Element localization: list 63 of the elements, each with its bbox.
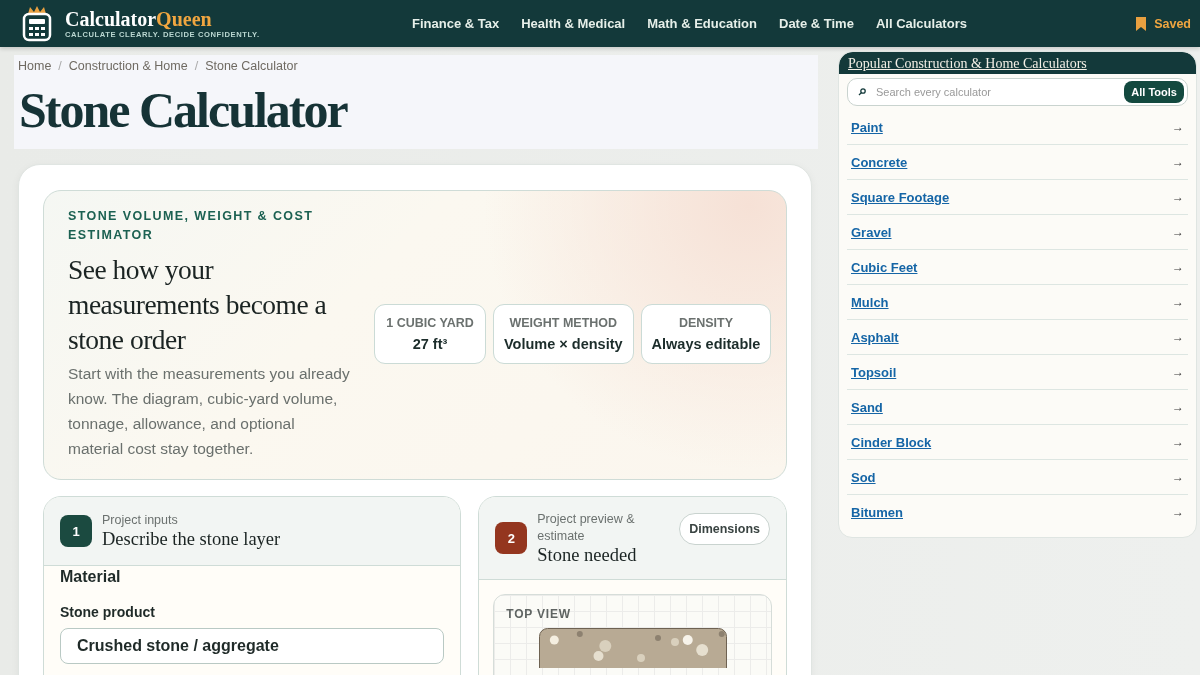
calculator-link[interactable]: Sand: [851, 399, 883, 415]
step-kicker: Project inputs: [102, 512, 179, 529]
step-number: 1: [60, 515, 92, 547]
arrow-icon: →: [1172, 225, 1184, 239]
breadcrumb-link[interactable]: Home: [18, 59, 52, 73]
calculator-link[interactable]: Mulch: [851, 294, 889, 310]
fact-label: DENSITY: [678, 316, 734, 330]
hero-heading: See how your measurements become a stone order: [68, 253, 328, 357]
calculator-icon: [22, 5, 52, 42]
arrow-icon: →: [1172, 400, 1184, 414]
step-title: Stone needed: [537, 544, 638, 566]
hero-description: Start with the measurements you already know. The diagram, cubic-yard volume, tonnage, allowance, and optional material cost stay together.: [68, 364, 351, 459]
nav-link[interactable]: Finance & Tax: [412, 16, 500, 31]
arrow-icon: →: [1172, 260, 1184, 274]
arrow-icon: →: [1172, 120, 1184, 134]
calculator-link[interactable]: Square Footage: [851, 189, 950, 205]
page-title: Stone Calculator: [19, 81, 349, 139]
arrow-icon: →: [1172, 190, 1184, 204]
fact-label: WEIGHT METHOD: [509, 316, 618, 330]
breadcrumb-separator: /: [58, 59, 62, 73]
stone-product-select[interactable]: Crushed stone / aggregate: [60, 628, 445, 664]
bookmark-icon: [1136, 16, 1147, 31]
site-logo[interactable]: CalculatorQueen: [65, 8, 260, 30]
fact-value: 27 ft³: [412, 336, 448, 352]
fact-label: 1 CUBIC YARD: [386, 316, 474, 330]
arrow-icon: →: [1172, 155, 1184, 169]
step-number: 2: [495, 522, 528, 554]
sidebar-title-link[interactable]: Popular Construction & Home Calculators: [848, 56, 1087, 71]
breadcrumb-separator: /: [194, 59, 199, 73]
calculator-link[interactable]: Paint: [851, 119, 883, 135]
nav-link[interactable]: Health & Medical: [521, 16, 626, 31]
arrow-icon: →: [1172, 295, 1184, 309]
step-title: Describe the stone layer: [102, 529, 281, 550]
calculator-link[interactable]: Concrete: [851, 154, 908, 170]
arrow-icon: →: [1172, 505, 1184, 519]
dimensions-button[interactable]: Dimensions: [679, 513, 770, 545]
section-heading: Material: [60, 568, 122, 586]
calculator-link[interactable]: Cubic Feet: [851, 259, 918, 275]
arrow-icon: →: [1172, 365, 1184, 379]
search-icon: [858, 88, 866, 96]
calculator-link[interactable]: Gravel: [851, 224, 892, 240]
step-kicker: Project preview & estimate: [537, 510, 636, 545]
preview-label: TOP VIEW: [506, 607, 571, 621]
breadcrumb-link[interactable]: Stone Calculator: [205, 59, 298, 73]
all-tools-button[interactable]: All Tools: [1124, 81, 1184, 103]
nav-link[interactable]: Date & Time: [779, 16, 854, 31]
arrow-icon: →: [1172, 330, 1184, 344]
calculator-link[interactable]: Asphalt: [851, 329, 899, 345]
calculator-link[interactable]: Bitumen: [851, 504, 903, 520]
fact-value: Always editable: [651, 336, 761, 352]
eyebrow: STONE VOLUME, WEIGHT & COST ESTIMATOR: [68, 208, 315, 244]
calculator-link[interactable]: Cinder Block: [851, 434, 932, 450]
calculator-link[interactable]: Sod: [851, 469, 876, 485]
fact-value: Volume × density: [504, 336, 623, 352]
nav-link[interactable]: Math & Education: [647, 16, 757, 31]
breadcrumb-link[interactable]: Construction & Home: [68, 59, 188, 73]
calculator-link[interactable]: Topsoil: [851, 364, 897, 380]
saved-link[interactable]: Saved: [1154, 16, 1191, 31]
arrow-icon: →: [1172, 470, 1184, 484]
search-field[interactable]: Search every calculator All Tools: [847, 78, 1188, 106]
field-label: Stone product: [60, 604, 156, 620]
arrow-icon: →: [1172, 435, 1184, 449]
nav-link[interactable]: All Calculators: [875, 16, 967, 31]
